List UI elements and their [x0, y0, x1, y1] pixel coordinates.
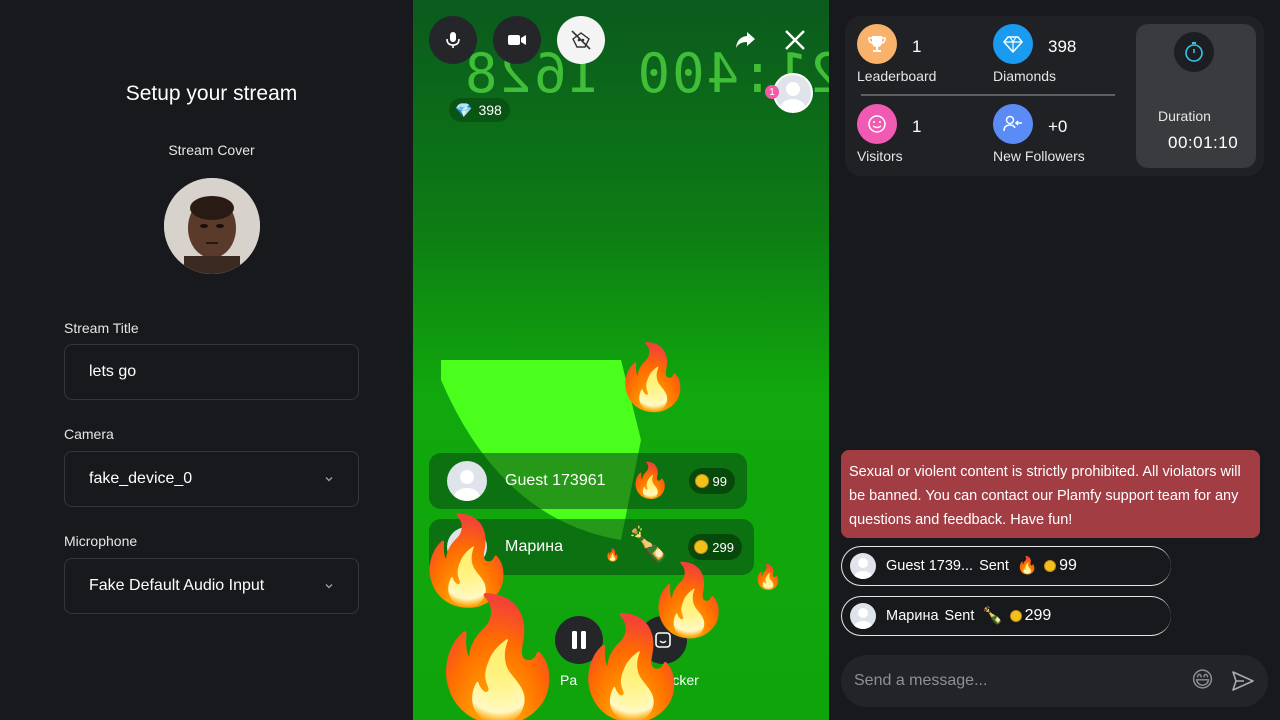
diamonds-label: Diamonds	[993, 68, 1057, 84]
setup-panel: Setup your stream Stream Cover Stream Ti…	[0, 0, 413, 720]
duration-label: Duration	[1158, 108, 1211, 124]
diamond-icon: 💎	[455, 101, 473, 118]
coin-icon	[694, 474, 709, 488]
stats-card: 1 Leaderboard 398 Diamonds 1 Visitors +0…	[845, 16, 1264, 176]
smiley-icon	[857, 104, 897, 144]
champagne-icon: 🍾	[982, 606, 1004, 625]
gift-amount: 99	[712, 473, 727, 489]
microphone-icon	[446, 32, 460, 48]
champagne-icon: 🍾	[627, 526, 670, 564]
gift-amount-pill: 99	[688, 468, 735, 494]
chevron-down-icon	[325, 584, 333, 589]
visitors-value: 1	[912, 117, 922, 136]
duration-value: 00:01:10	[1168, 133, 1239, 152]
microphone-label: Microphone	[64, 533, 138, 549]
add-follower-icon	[993, 104, 1033, 144]
fire-icon: 🔥	[1016, 556, 1039, 575]
fire-icon: 🔥	[569, 612, 694, 720]
video-camera-icon	[508, 35, 526, 45]
microphone-select[interactable]: Fake Default Audio Input	[64, 558, 359, 614]
timer-icon	[1174, 32, 1214, 72]
stream-title-value: lets go	[89, 363, 137, 380]
effects-off-icon	[571, 30, 591, 50]
chat-sent-label: Sent	[944, 608, 975, 624]
stats-divider	[861, 94, 1115, 96]
effects-toggle-button[interactable]	[557, 16, 605, 64]
visitors-label: Visitors	[857, 148, 903, 164]
leaderboard-label: Leaderboard	[857, 68, 937, 84]
avatar	[850, 603, 876, 629]
chevron-down-icon	[325, 477, 333, 482]
chat-sender-name: Марина	[886, 608, 939, 624]
viewer-count-badge: 1	[765, 85, 779, 99]
chat-message: Марина Sent 🍾 299	[841, 596, 1171, 636]
chat-gift-amount: 99	[1059, 557, 1077, 574]
stream-title-input[interactable]: lets go	[64, 344, 359, 400]
stream-sidebar: 1 Leaderboard 398 Diamonds 1 Visitors +0…	[829, 0, 1280, 720]
gift-amount-pill: 299	[688, 534, 742, 560]
fire-icon: 🔥	[629, 462, 672, 500]
stream-title-label: Stream Title	[64, 320, 139, 336]
stream-diamond-counter: 💎 398	[449, 98, 510, 122]
chat-sender-name: Guest 1739...	[886, 558, 974, 574]
viewer-avatar[interactable]	[773, 73, 813, 113]
camera-select[interactable]: fake_device_0	[64, 451, 359, 507]
stream-preview: 21:400 1628 💎 398 1 Guest 173961 🔥 99 Ма…	[413, 0, 829, 720]
stream-cover-image[interactable]	[164, 178, 260, 274]
stream-diamond-value: 398	[478, 102, 502, 118]
chat-gift-amount: 299	[1024, 607, 1052, 624]
avatar	[850, 553, 876, 579]
message-placeholder: Send a message...	[854, 672, 988, 689]
diamond-icon	[993, 24, 1033, 64]
gift-row: Guest 173961 🔥 99	[429, 453, 747, 509]
camera-value: fake_device_0	[89, 470, 193, 487]
fire-icon: 🔥	[613, 341, 693, 413]
message-input[interactable]: Send a message... 😄	[841, 655, 1268, 707]
avatar	[447, 461, 487, 501]
duration-box: Duration 00:01:10	[1136, 24, 1256, 168]
fire-icon: 🔥	[423, 592, 573, 720]
coin-icon	[694, 540, 709, 554]
rules-notice: Sexual or violent content is strictly pr…	[841, 450, 1260, 538]
chat-sent-label: Sent	[979, 558, 1009, 574]
send-icon[interactable]	[1230, 669, 1256, 693]
followers-label: New Followers	[993, 148, 1085, 164]
share-icon[interactable]	[731, 26, 759, 54]
fire-icon: 🔥	[605, 548, 620, 562]
camera-label: Camera	[64, 426, 114, 442]
stream-cover-label: Stream Cover	[168, 142, 255, 158]
coin-icon	[1009, 610, 1022, 622]
camera-toggle-button[interactable]	[493, 16, 541, 64]
microphone-value: Fake Default Audio Input	[89, 577, 265, 594]
setup-title: Setup your stream	[125, 82, 298, 105]
coin-icon	[1044, 560, 1057, 572]
microphone-toggle-button[interactable]	[429, 16, 477, 64]
close-icon[interactable]	[781, 26, 809, 54]
diamonds-value: 398	[1048, 37, 1077, 56]
chat-message: Guest 1739... Sent 🔥 99	[841, 546, 1171, 586]
leaderboard-value: 1	[912, 37, 922, 56]
trophy-icon	[857, 24, 897, 64]
followers-value: +0	[1048, 117, 1068, 136]
emoji-icon[interactable]: 😄	[1191, 667, 1214, 693]
gift-amount: 299	[712, 539, 734, 555]
gift-sender-name: Guest 173961	[505, 472, 606, 489]
fire-icon: 🔥	[753, 564, 783, 591]
